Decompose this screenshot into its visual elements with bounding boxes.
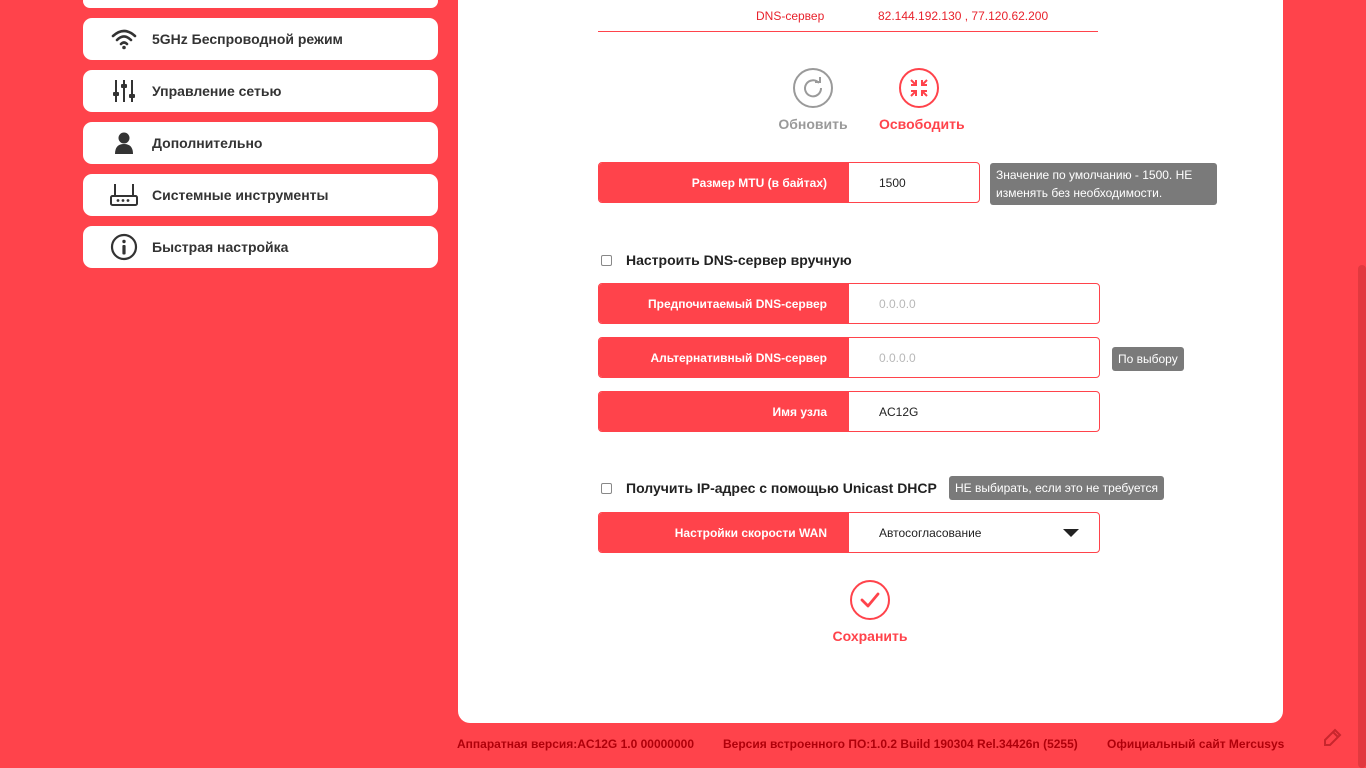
unicast-tooltip: НЕ выбирать, если это не требуется bbox=[949, 476, 1164, 500]
router-icon bbox=[109, 180, 139, 210]
alternate-dns-field: Альтернативный DNS-сервер 0.0.0.0 bbox=[598, 337, 1100, 378]
preferred-dns-label: Предпочитаемый DNS-сервер bbox=[599, 284, 849, 323]
sidebar-item-partial[interactable] bbox=[83, 0, 438, 8]
main-panel: DNS-сервер 82.144.192.130 , 77.120.62.20… bbox=[458, 0, 1283, 723]
dns-manual-checkbox[interactable] bbox=[601, 254, 612, 266]
footer-official-site-link[interactable]: Официальный сайт Mercusys bbox=[1107, 737, 1284, 751]
release-button[interactable]: Освободить bbox=[879, 68, 965, 132]
mtu-label: Размер MTU (в байтах) bbox=[599, 163, 849, 202]
dns-manual-checkbox-row[interactable]: Настроить DNS-сервер вручную bbox=[601, 252, 852, 268]
hostname-field: Имя узла AC12G bbox=[598, 391, 1100, 432]
unicast-label: Получить IP-адрес с помощью Unicast DHCP bbox=[626, 480, 937, 496]
sidebar: 5GHz Беспроводной режим Управление сетью… bbox=[83, 0, 438, 278]
chevron-down-icon bbox=[1063, 529, 1079, 537]
release-label: Освободить bbox=[879, 116, 965, 132]
sidebar-item-network-control[interactable]: Управление сетью bbox=[83, 70, 438, 112]
sidebar-item-system-tools[interactable]: Системные инструменты bbox=[83, 174, 438, 216]
wifi-icon bbox=[109, 24, 139, 54]
sliders-icon bbox=[109, 76, 139, 106]
dns-info-row: DNS-сервер 82.144.192.130 , 77.120.62.20… bbox=[598, 8, 1098, 32]
sidebar-item-label: Быстрая настройка bbox=[152, 239, 289, 255]
refresh-button[interactable]: Обновить bbox=[773, 68, 853, 132]
wan-speed-select[interactable]: Автосогласование bbox=[849, 513, 1099, 552]
unicast-checkbox[interactable] bbox=[601, 482, 612, 494]
dns-manual-label: Настроить DNS-сервер вручную bbox=[626, 252, 852, 268]
user-icon bbox=[109, 128, 139, 158]
save-label: Сохранить bbox=[832, 628, 908, 644]
wan-speed-value: Автосогласование bbox=[879, 525, 982, 540]
release-icon bbox=[899, 68, 939, 108]
alternate-dns-label: Альтернативный DNS-сервер bbox=[599, 338, 849, 377]
preferred-dns-input[interactable]: 0.0.0.0 bbox=[849, 284, 1099, 323]
sidebar-item-label: Дополнительно bbox=[152, 135, 263, 151]
dns-info-label: DNS-сервер bbox=[756, 9, 825, 23]
info-icon bbox=[109, 232, 139, 262]
dns-info-value: 82.144.192.130 , 77.120.62.200 bbox=[878, 9, 1049, 23]
wan-speed-label: Настройки скорости WAN bbox=[599, 513, 849, 552]
footer-hardware-version: Аппаратная версия:AC12G 1.0 00000000 bbox=[457, 737, 694, 751]
sidebar-item-label: 5GHz Беспроводной режим bbox=[152, 31, 343, 47]
save-button[interactable]: Сохранить bbox=[828, 580, 912, 644]
scrollbar[interactable] bbox=[1358, 265, 1366, 768]
preferred-dns-field: Предпочитаемый DNS-сервер 0.0.0.0 bbox=[598, 283, 1100, 324]
edit-icon[interactable] bbox=[1322, 726, 1344, 753]
mtu-field: Размер MTU (в байтах) 1500 bbox=[598, 162, 980, 203]
sidebar-item-advanced[interactable]: Дополнительно bbox=[83, 122, 438, 164]
unicast-checkbox-row[interactable]: Получить IP-адрес с помощью Unicast DHCP bbox=[601, 480, 937, 496]
footer-firmware-version: Версия встроенного ПО:1.0.2 Build 190304… bbox=[723, 737, 1078, 751]
mtu-input[interactable]: 1500 bbox=[849, 163, 979, 202]
refresh-icon bbox=[793, 68, 833, 108]
sidebar-item-quick-setup[interactable]: Быстрая настройка bbox=[83, 226, 438, 268]
wan-speed-field: Настройки скорости WAN Автосогласование bbox=[598, 512, 1100, 553]
alternate-dns-tooltip: По выбору bbox=[1112, 347, 1184, 371]
alternate-dns-input[interactable]: 0.0.0.0 bbox=[849, 338, 1099, 377]
sidebar-item-label: Управление сетью bbox=[152, 83, 282, 99]
sidebar-item-5ghz-wireless[interactable]: 5GHz Беспроводной режим bbox=[83, 18, 438, 60]
checkmark-icon bbox=[850, 580, 890, 620]
sidebar-item-label: Системные инструменты bbox=[152, 187, 329, 203]
mtu-tooltip: Значение по умолчанию - 1500. НЕ изменят… bbox=[990, 163, 1217, 205]
hostname-input[interactable]: AC12G bbox=[849, 392, 1099, 431]
refresh-label: Обновить bbox=[778, 116, 848, 132]
hostname-label: Имя узла bbox=[599, 392, 849, 431]
